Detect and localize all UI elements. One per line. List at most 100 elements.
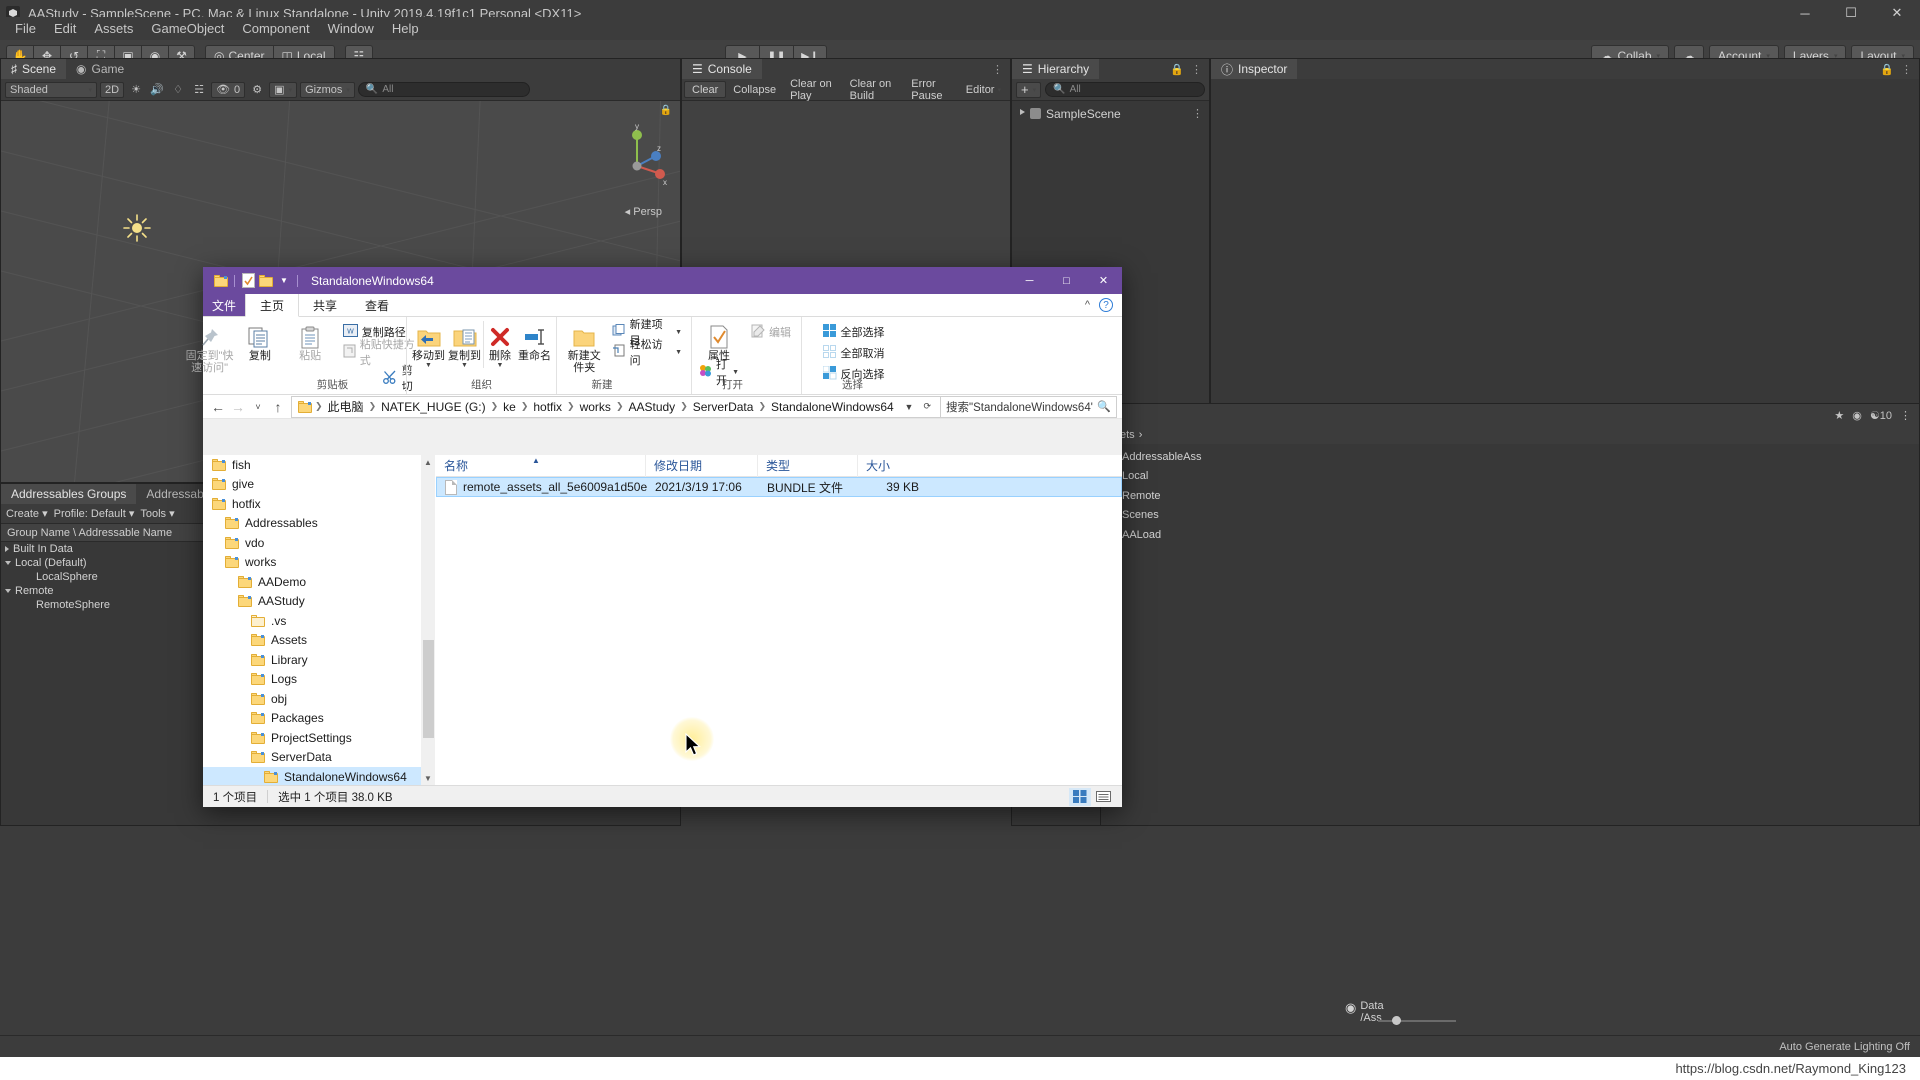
tree-item[interactable]: obj — [203, 689, 435, 709]
breadcrumb-0[interactable]: 此电脑 — [324, 398, 368, 415]
refresh-icon[interactable]: ⟳ — [918, 401, 936, 412]
column-header-type[interactable]: 类型 — [758, 454, 858, 477]
explorer-search-box[interactable]: 搜索"StandaloneWindows64" 🔍 — [941, 395, 1117, 418]
tree-scrollbar[interactable]: ▲ ▼ — [421, 455, 435, 785]
breadcrumb-3[interactable]: hotfix — [529, 400, 566, 414]
tree-item[interactable]: ProjectSettings — [203, 728, 435, 748]
chevron-down-icon[interactable]: ▼ — [675, 329, 682, 336]
large-icons-view-button[interactable] — [1092, 788, 1114, 806]
menu-file[interactable]: File — [6, 19, 45, 38]
collapse-ribbon-icon[interactable]: ^ — [1085, 299, 1090, 311]
tab-share[interactable]: 共享 — [299, 294, 351, 316]
console-panel-menu[interactable]: ⋮ — [992, 59, 1010, 79]
chevron-down-icon[interactable] — [5, 561, 11, 565]
explorer-title-bar[interactable]: ▼ StandaloneWindows64 ─ □ ✕ — [203, 267, 1122, 294]
tree-item[interactable]: StandaloneWindows64 — [203, 767, 435, 785]
project-item[interactable]: AddressableAss — [1109, 450, 1919, 463]
breadcrumb-6[interactable]: ServerData — [689, 400, 758, 414]
scene-camera-settings-icon[interactable]: ⚙ — [248, 82, 266, 98]
console-error-pause-button[interactable]: Error Pause — [904, 78, 958, 102]
tree-item[interactable]: vdo — [203, 533, 435, 553]
tree-item[interactable]: AAStudy — [203, 592, 435, 612]
chevron-down-icon[interactable]: ▼ — [425, 362, 432, 369]
tree-item[interactable]: Logs — [203, 670, 435, 690]
breadcrumb-bar[interactable]: ❯ 此电脑 ❯ NATEK_HUGE (G:) ❯ ke ❯ hotfix ❯ … — [291, 395, 941, 418]
chevron-down-icon[interactable]: ▼ — [675, 349, 682, 356]
tree-item[interactable]: Packages — [203, 709, 435, 729]
column-header-size[interactable]: 大小 — [858, 455, 926, 477]
scene-visibility-icon[interactable]: ☵ — [190, 82, 208, 98]
tab-scene[interactable]: ♯ Scene — [1, 59, 67, 79]
hierarchy-create-button[interactable]: + ▾ — [1016, 81, 1042, 98]
scene-lock-icon[interactable]: 🔒 — [660, 105, 672, 116]
slider-knob[interactable] — [1392, 1016, 1401, 1025]
project-breadcrumb[interactable]: ssets › — [1101, 426, 1919, 444]
recent-locations-button[interactable]: ˅ — [248, 396, 268, 418]
scroll-up-icon[interactable]: ▲ — [422, 455, 434, 469]
pin-to-quick-access-button[interactable]: 固定到"快速访问" — [185, 321, 234, 374]
lighting-toggle-icon[interactable]: ☀ — [127, 82, 145, 98]
addressables-profile-dropdown[interactable]: Profile: Default ▾ — [54, 507, 135, 520]
project-item[interactable]: AALoad — [1109, 528, 1919, 541]
chevron-down-icon[interactable]: ▼ — [732, 369, 739, 376]
console-clear-button[interactable]: Clear — [684, 81, 727, 98]
breadcrumb-4[interactable]: works — [576, 400, 615, 414]
column-header-name[interactable]: 名称 — [436, 454, 646, 477]
audio-toggle-icon[interactable]: 🔊 — [148, 82, 166, 98]
tab-inspector[interactable]: ⓘ Inspector — [1211, 59, 1298, 79]
tree-item[interactable]: fish — [203, 455, 435, 475]
tab-game[interactable]: ◉ Game — [66, 59, 135, 79]
tree-item[interactable]: Library — [203, 650, 435, 670]
console-clear-on-build-button[interactable]: Clear on Build — [843, 78, 905, 102]
explorer-minimize-button[interactable]: ─ — [1011, 267, 1048, 294]
tree-scroll-thumb[interactable] — [423, 640, 434, 738]
breadcrumb-5[interactable]: AAStudy — [624, 400, 679, 414]
fx-toggle-icon[interactable]: ♢ — [169, 82, 187, 98]
move-to-button[interactable]: 移动到 ▼ — [411, 321, 447, 369]
project-item[interactable]: Remote — [1109, 489, 1919, 502]
delete-button[interactable]: 删除 ▼ — [482, 321, 517, 369]
new-folder-quick-icon[interactable] — [257, 272, 275, 290]
tab-hierarchy[interactable]: ☰ Hierarchy — [1012, 59, 1100, 79]
copy-button[interactable]: 复制 — [235, 321, 284, 362]
new-folder-button[interactable]: 新建文件夹 — [563, 321, 606, 374]
scene-projection-label[interactable]: ◂ Persp — [625, 205, 662, 218]
hidden-objects-counter[interactable]: 👁 0 — [211, 81, 246, 98]
up-button[interactable]: ↑ — [268, 396, 288, 418]
tree-item[interactable]: works — [203, 553, 435, 573]
addressables-tools-dropdown[interactable]: Tools ▾ — [140, 507, 174, 520]
rename-button[interactable]: 重命名 — [517, 321, 553, 362]
console-collapse-button[interactable]: Collapse — [726, 81, 783, 98]
shading-mode-dropdown[interactable]: Shaded ▾ — [5, 81, 97, 98]
console-clear-on-play-button[interactable]: Clear on Play — [783, 78, 843, 102]
project-item[interactable]: Local — [1109, 470, 1919, 483]
project-item[interactable]: Scenes — [1109, 509, 1919, 522]
breadcrumb-7[interactable]: StandaloneWindows64 — [767, 400, 898, 414]
tree-item[interactable]: give — [203, 475, 435, 495]
project-favorite-icon[interactable]: ★ — [1834, 409, 1844, 422]
menu-assets[interactable]: Assets — [85, 19, 142, 38]
tree-item[interactable]: Addressables — [203, 514, 435, 534]
tree-item[interactable]: ServerData — [203, 748, 435, 768]
tree-item[interactable]: AADemo — [203, 572, 435, 592]
easy-access-button[interactable]: 轻松访问 ▼ — [609, 339, 685, 367]
forward-button[interactable]: → — [228, 396, 248, 418]
breadcrumb-1[interactable]: NATEK_HUGE (G:) — [377, 400, 489, 414]
menu-help[interactable]: Help — [383, 19, 428, 38]
select-none-button[interactable]: 全部取消 — [820, 344, 888, 362]
tree-item[interactable]: hotfix — [203, 494, 435, 514]
tree-item[interactable]: .vs — [203, 611, 435, 631]
breadcrumb-dropdown-icon[interactable]: ▼ — [900, 402, 919, 412]
edit-button[interactable]: 编辑 — [748, 323, 794, 341]
back-button[interactable]: ← — [208, 396, 228, 418]
menu-component[interactable]: Component — [233, 19, 318, 38]
tab-console[interactable]: ☰ Console — [682, 59, 762, 79]
breadcrumb-2[interactable]: ke — [499, 400, 520, 414]
tab-home[interactable]: 主页 — [245, 294, 300, 317]
column-header-modified[interactable]: 修改日期 — [646, 454, 758, 477]
customize-quick-access-icon[interactable]: ▼ — [275, 272, 293, 290]
project-filter-icon[interactable]: ◉ — [1852, 409, 1862, 422]
chevron-down-icon[interactable]: ▼ — [497, 362, 504, 369]
toggle-2d-button[interactable]: 2D — [100, 81, 125, 98]
chevron-right-icon[interactable] — [5, 546, 9, 552]
